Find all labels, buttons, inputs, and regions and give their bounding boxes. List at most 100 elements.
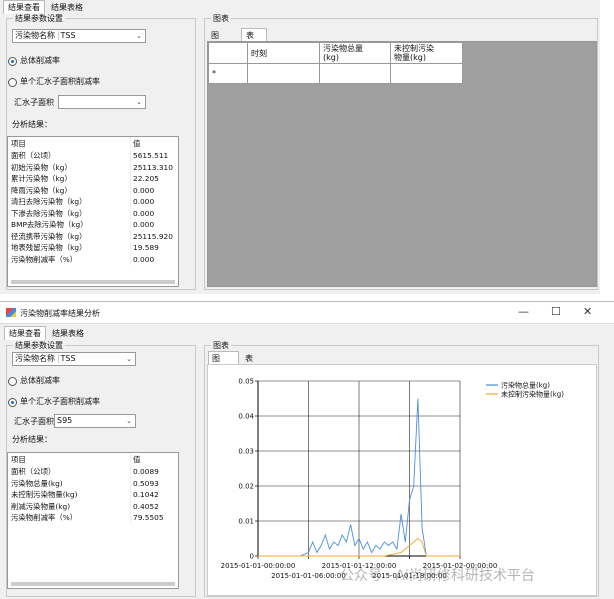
grid-col-time[interactable]: 时刻	[247, 42, 320, 64]
bottom-tabbar: 结果查看 结果表格	[4, 326, 90, 340]
list-item-name: 下渗去除污染物（kg）	[11, 208, 87, 218]
pollutant-select[interactable]: 污染物名称 TSS ⌄	[12, 352, 136, 366]
list-row[interactable]: 下渗去除污染物（kg） 0.000	[8, 207, 178, 219]
y-tick-label: 0	[250, 553, 254, 561]
list-item-name: 径流携带污染物（kg）	[11, 231, 87, 241]
pollutant-select[interactable]: 污染物名称 TSS ⌄	[12, 29, 146, 43]
list-row[interactable]: 面积（公顷） 0.0089	[8, 466, 178, 478]
list-row[interactable]: 径流携带污染物（kg） 25115.920	[8, 230, 178, 242]
header-item: 项目	[11, 139, 26, 148]
bottom-window: 污染物削减率结果分析 — ☐ ✕ 结果查看 结果表格 结果参数设置 污染物名称 T…	[0, 301, 614, 599]
chart-tabbar: 图表	[208, 351, 259, 365]
y-tick-label: 0.02	[238, 483, 254, 491]
tab-result-view[interactable]: 结果查看	[3, 0, 45, 14]
list-row[interactable]: 削减污染物量(kg) 0.4052	[8, 500, 178, 512]
data-grid-table: 时刻 污染物总量 (kg) 未控制污染 物量(kg) *	[208, 42, 463, 84]
pollutant-label: 污染物名称	[15, 31, 55, 40]
radio-unselected-icon	[8, 77, 17, 87]
catchment-value: S95	[57, 416, 73, 425]
grid-cell[interactable]	[319, 63, 391, 84]
horizontal-scrollbar[interactable]	[11, 280, 175, 284]
list-row[interactable]: 降雨污染物（kg） 0.000	[8, 184, 178, 196]
chart-tabbar: 图表	[207, 28, 269, 42]
grid-col-total[interactable]: 污染物总量 (kg)	[319, 42, 391, 64]
grid-cell[interactable]	[390, 63, 463, 84]
list-item-name: 面积（公顷）	[11, 467, 56, 476]
list-item-name: BMP去除污染物（kg）	[11, 220, 88, 229]
chart-group-title: 图表	[211, 13, 231, 24]
list-item-value: 25113.310	[130, 161, 178, 173]
params-group-title: 结果参数设置	[13, 13, 65, 24]
list-row[interactable]: 面积（公顷） 5615.511	[8, 150, 178, 162]
list-row[interactable]: 初始污染物（kg） 25113.310	[8, 161, 178, 173]
line-chart: 0 0.01 0.02 0.03 0.04 0.05 2015-01-01-00:00:00…	[221, 378, 565, 581]
radio-unselected-icon	[8, 376, 17, 386]
radio-single-label: 单个汇水子面积削减率	[20, 397, 100, 406]
list-item-value: 0.1042	[130, 489, 178, 501]
list-item-value: 25115.920	[130, 230, 178, 242]
tab-chart[interactable]: 图	[208, 351, 239, 365]
chart-panel: 0 0.01 0.02 0.03 0.04 0.05 2015-01-01-00:00:00…	[207, 364, 597, 596]
catchment-label: 汇水子面积	[14, 417, 54, 426]
list-row[interactable]: BMP去除污染物（kg） 0.000	[8, 219, 178, 231]
minimize-icon[interactable]: —	[518, 305, 529, 318]
list-item-name: 累计污染物（kg）	[11, 174, 72, 183]
header-item: 项目	[11, 455, 26, 464]
radio-total-rate[interactable]: 总体削减率	[8, 56, 60, 66]
list-item-name: 未控制污染物量(kg)	[11, 490, 78, 499]
analysis-label: 分析结果：	[12, 435, 52, 444]
list-row[interactable]: 污染物削减率（%） 0.000	[8, 253, 178, 265]
list-item-value: 0.000	[130, 219, 178, 231]
grid-col-uncontrolled[interactable]: 未控制污染 物量(kg)	[390, 42, 463, 64]
catchment-select[interactable]: ⌄	[58, 95, 146, 109]
analysis-list[interactable]: 项目 值 面积（公顷） 0.0089 污染物总量(kg) 0.5093 未控制污染物量(…	[7, 452, 179, 589]
analysis-list[interactable]: 项目 值 面积（公顷） 5615.511 初始污染物（kg） 25113.310 累计污…	[7, 136, 179, 287]
radio-selected-icon	[8, 56, 17, 66]
params-group-title: 结果参数设置	[13, 340, 65, 351]
list-item-value: 22.205	[130, 173, 178, 185]
list-item-name: 降雨污染物（kg）	[11, 185, 72, 195]
y-tick-label: 0.01	[238, 518, 254, 526]
chevron-down-icon: ⌄	[126, 417, 132, 425]
grid-cell[interactable]	[247, 63, 320, 84]
list-item-value: 0.4052	[130, 500, 178, 512]
list-item-value: 19.589	[130, 242, 178, 254]
radio-single-rate[interactable]: 单个汇水子面积削减率	[8, 77, 100, 87]
pollutant-label: 污染物名称	[15, 354, 55, 363]
radio-total-label: 总体削减率	[20, 376, 60, 385]
list-item-name: 削减污染物量(kg)	[11, 501, 71, 511]
tab-table[interactable]: 表	[241, 28, 267, 42]
radio-single-rate[interactable]: 单个汇水子面积削减率	[8, 397, 100, 407]
close-icon[interactable]: ✕	[583, 305, 592, 318]
horizontal-scrollbar[interactable]	[11, 582, 175, 586]
top-tabbar: 结果查看 结果表格	[3, 0, 89, 14]
maximize-icon[interactable]: ☐	[551, 305, 561, 318]
list-row[interactable]: 累计污染物（kg） 22.205	[8, 173, 178, 185]
list-row[interactable]: 未控制污染物量(kg) 0.1042	[8, 489, 178, 501]
grid-new-row-marker: *	[208, 63, 248, 84]
legend-label: 未控制污染物量(kg)	[501, 390, 564, 399]
x-tick-label: 2015-01-01-00:00:00	[221, 562, 296, 570]
list-item-value: 0.000	[130, 253, 178, 265]
app-icon	[6, 308, 16, 317]
list-row[interactable]: 污染物削减率（%） 79.5505	[8, 512, 178, 524]
radio-single-label: 单个汇水子面积削减率	[20, 77, 100, 86]
catchment-select[interactable]: S95 ⌄	[54, 414, 136, 428]
list-row[interactable]: 地表残留污染物（kg） 19.589	[8, 242, 178, 254]
radio-total-rate[interactable]: 总体削减率	[8, 376, 60, 386]
y-tick-label: 0.03	[238, 448, 254, 456]
data-grid[interactable]: 时刻 污染物总量 (kg) 未控制污染 物量(kg) *	[207, 41, 597, 287]
pollutant-value: TSS	[57, 354, 76, 363]
radio-total-label: 总体削减率	[20, 56, 60, 65]
list-item-value: 0.5093	[130, 477, 178, 489]
grid-new-row[interactable]: *	[208, 63, 463, 84]
tab-result-view[interactable]: 结果查看	[4, 326, 46, 340]
list-row[interactable]: 清扫去除污染物（kg） 0.000	[8, 196, 178, 208]
list-item-value: 0.0089	[130, 466, 178, 478]
list-row[interactable]: 污染物总量(kg) 0.5093	[8, 477, 178, 489]
pollutant-value: TSS	[57, 31, 76, 40]
radio-selected-icon	[8, 397, 17, 407]
catchment-label: 汇水子面积	[14, 98, 54, 107]
tab-result-table[interactable]: 结果表格	[48, 327, 88, 340]
header-value: 值	[130, 453, 178, 466]
